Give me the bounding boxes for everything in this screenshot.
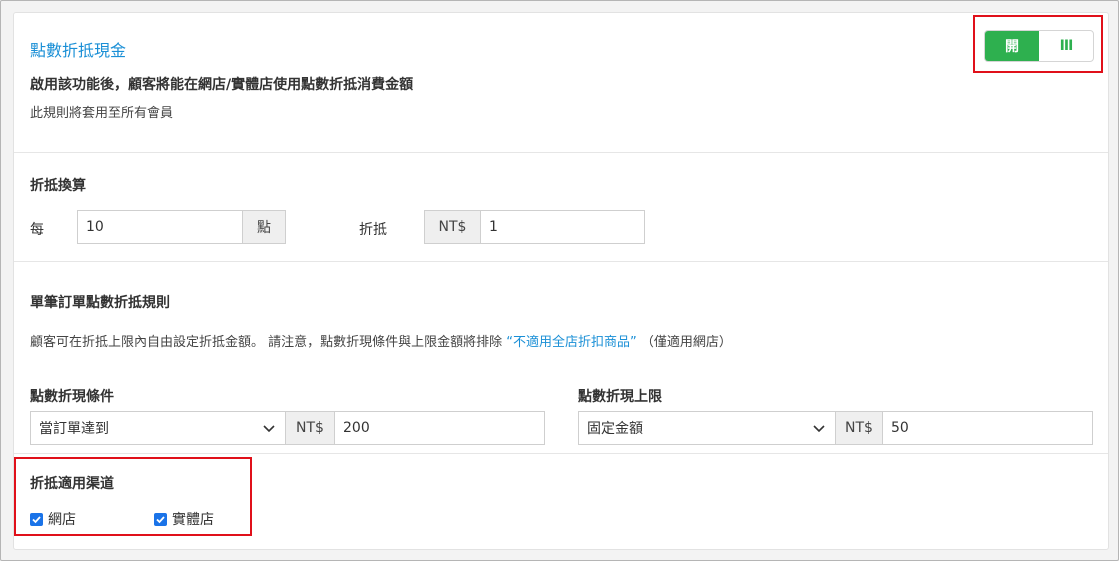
channels-section: 折抵適用渠道 網店 實體店 bbox=[14, 453, 1108, 551]
condition-currency-addon: NT$ bbox=[285, 411, 335, 445]
limit-amount-input[interactable]: 50 bbox=[882, 411, 1093, 445]
offset-label: 折抵 bbox=[359, 222, 387, 238]
condition-select[interactable]: 當訂單達到 bbox=[30, 411, 286, 445]
settings-card: 點數折抵現金 啟用該功能後，顧客將能在網店/實體店使用點數折抵消費金額 此規則將… bbox=[13, 12, 1109, 550]
conversion-title: 折抵換算 bbox=[30, 178, 86, 194]
chevron-down-icon bbox=[263, 425, 275, 433]
feature-scope-note: 此規則將套用至所有會員 bbox=[30, 106, 174, 121]
condition-label: 點數折現條件 bbox=[30, 389, 114, 405]
note-suffix: （僅適用網店） bbox=[636, 335, 732, 350]
limit-select[interactable]: 固定金額 bbox=[578, 411, 836, 445]
limit-currency-addon: NT$ bbox=[835, 411, 883, 445]
feature-description: 啟用該功能後，顧客將能在網店/實體店使用點數折抵消費金額 bbox=[30, 77, 414, 93]
note-prefix: 顧客可在折抵上限內自由設定折抵金額。 請注意，點數折現條件與上限金額將排除 bbox=[30, 335, 507, 350]
points-input[interactable]: 10 bbox=[77, 210, 243, 244]
order-rules-note: 顧客可在折抵上限內自由設定折抵金額。 請注意，點數折現條件與上限金額將排除 “不… bbox=[30, 331, 732, 350]
condition-amount-input[interactable]: 200 bbox=[334, 411, 545, 445]
currency-addon: NT$ bbox=[424, 210, 481, 244]
feature-title[interactable]: 點數折抵現金 bbox=[30, 37, 126, 61]
highlight-box-channels bbox=[14, 457, 252, 536]
per-label: 每 bbox=[30, 222, 44, 238]
points-unit-addon: 點 bbox=[242, 210, 286, 244]
feature-header-section: 點數折抵現金 啟用該功能後，顧客將能在網店/實體店使用點數折抵消費金額 此規則將… bbox=[14, 13, 1108, 152]
order-rules-title: 單筆訂單點數折抵規則 bbox=[30, 295, 170, 311]
cash-input[interactable]: 1 bbox=[480, 210, 645, 244]
condition-select-value: 當訂單達到 bbox=[39, 421, 109, 437]
highlight-box-toggle bbox=[973, 15, 1103, 73]
limit-label: 點數折現上限 bbox=[578, 389, 662, 405]
conversion-section: 折抵換算 每 10 點 折抵 NT$ 1 bbox=[14, 152, 1108, 261]
window-frame: 點數折抵現金 啟用該功能後，顧客將能在網店/實體店使用點數折抵消費金額 此規則將… bbox=[0, 0, 1119, 561]
chevron-down-icon bbox=[813, 425, 825, 433]
order-rules-section: 單筆訂單點數折抵規則 顧客可在折抵上限內自由設定折抵金額。 請注意，點數折現條件… bbox=[14, 261, 1108, 453]
limit-select-value: 固定金額 bbox=[587, 421, 643, 437]
excluded-products-link[interactable]: “不適用全店折扣商品” bbox=[506, 335, 636, 350]
